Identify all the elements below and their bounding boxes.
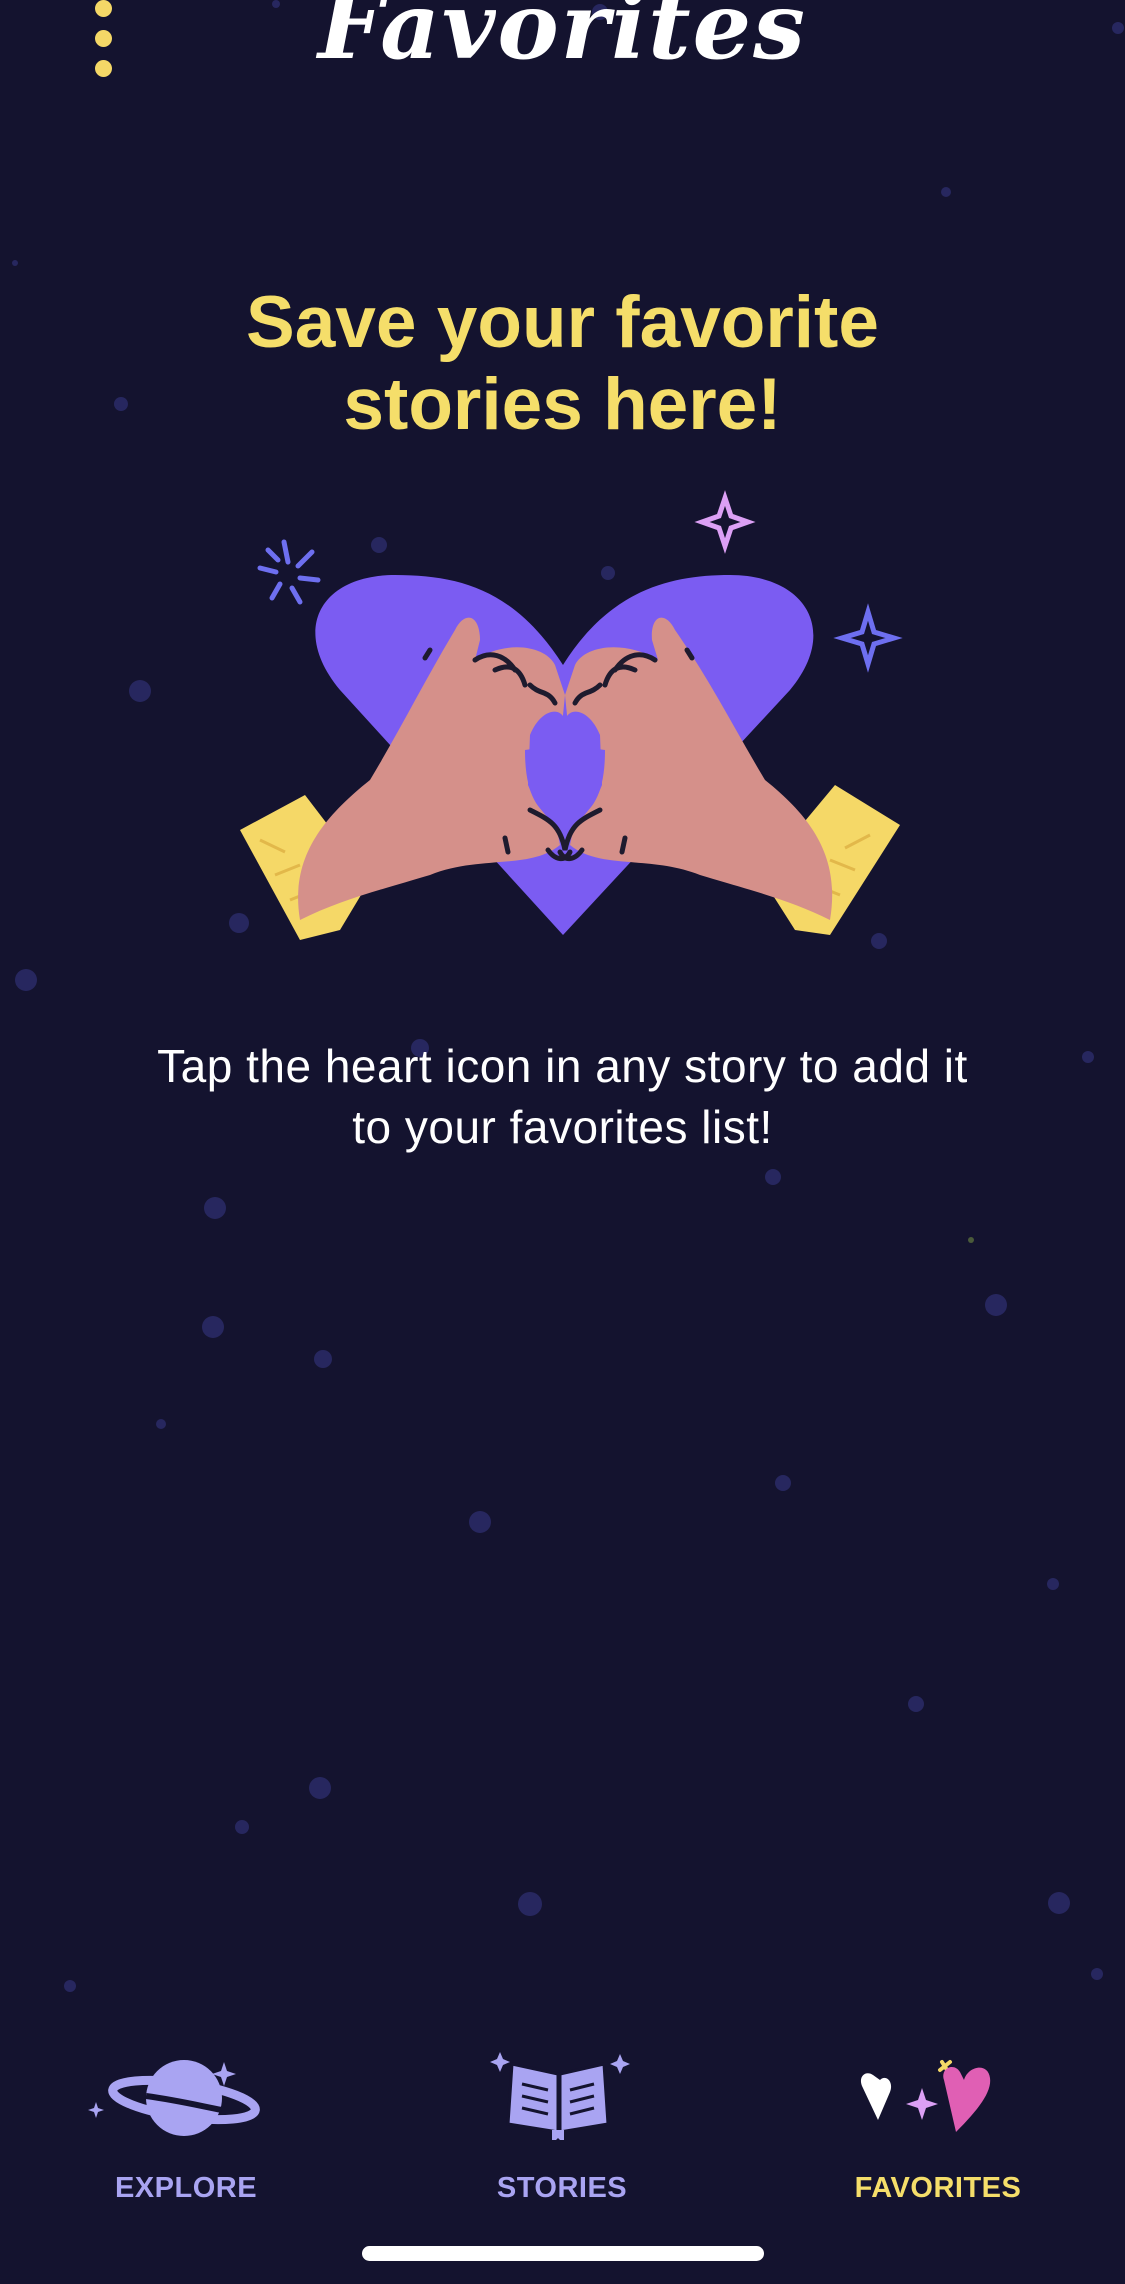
tab-stories[interactable]: STORIES xyxy=(412,2040,712,2220)
sparkle-icon xyxy=(694,490,756,554)
hearts-icon xyxy=(860,2060,991,2132)
tab-label: EXPLORE xyxy=(114,2172,258,2204)
home-indicator xyxy=(362,2246,764,2261)
planet-icon xyxy=(88,2060,260,2136)
empty-state-headline: Save your favorite stories here! xyxy=(246,282,879,445)
bottom-tab-bar: EXPLORE STORIES FAVORITES xyxy=(0,2040,1125,2220)
burst-icon xyxy=(257,539,321,605)
sparkle-icon xyxy=(833,603,903,673)
open-book-icon xyxy=(490,2052,630,2140)
page-title: Favorites xyxy=(318,0,807,80)
tab-label: FAVORITES xyxy=(854,2172,1022,2204)
tab-favorites[interactable]: FAVORITES xyxy=(788,2040,1088,2220)
tab-label: STORIES xyxy=(496,2172,628,2204)
tab-explore[interactable]: EXPLORE xyxy=(36,2040,336,2220)
empty-state-hint: Tap the heart icon in any story to add i… xyxy=(157,1040,968,1153)
header: Favorites xyxy=(0,0,1125,110)
heart-hands-illustration xyxy=(240,490,903,940)
